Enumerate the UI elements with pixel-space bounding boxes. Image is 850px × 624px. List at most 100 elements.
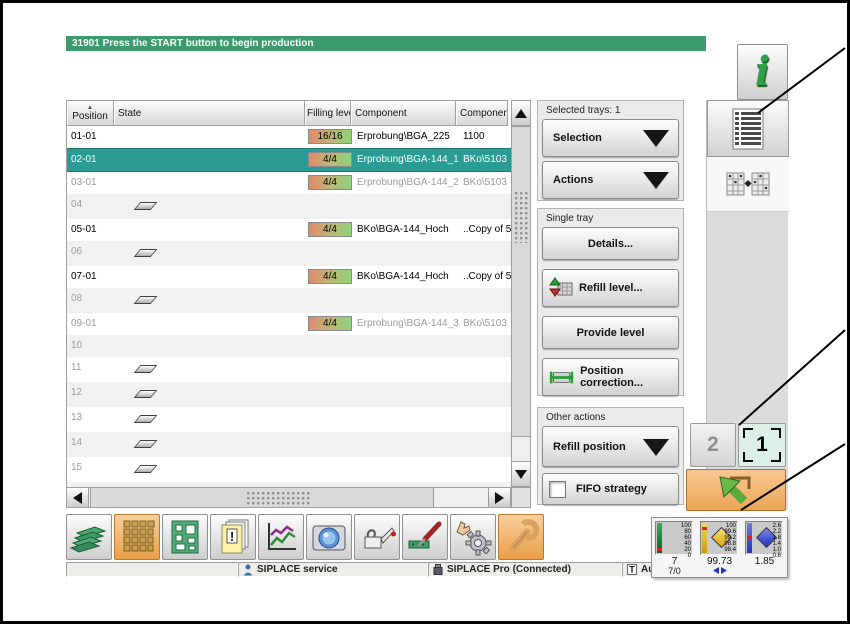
cell-state: [115, 382, 307, 407]
selection-dropdown[interactable]: Selection: [542, 119, 679, 157]
cell-filling-level: [307, 407, 354, 432]
focus-corner: [771, 452, 781, 462]
dropdown-arrow-icon: [643, 130, 669, 147]
cell-component-2: BKo\5103: [463, 154, 507, 165]
tab-list-view[interactable]: [707, 100, 789, 157]
column-header-component-2[interactable]: Component: [455, 100, 508, 126]
table-row[interactable]: 04: [67, 194, 511, 219]
table-row[interactable]: 01-01 16/16 Erprobung\BGA_225 1100: [67, 126, 511, 148]
table-row[interactable]: 10: [67, 335, 511, 357]
toolbar-statistics-button[interactable]: [258, 514, 304, 560]
position-correction-button[interactable]: Position correction...: [542, 358, 679, 396]
position-correction-icon: [549, 371, 574, 383]
toolbar-tray-table-button[interactable]: [114, 514, 160, 560]
empty-tray-icon: [133, 365, 158, 373]
table-row[interactable]: 07-01 4/4 BKo\BGA-144_Hoch ..Copy of 51: [67, 266, 511, 288]
benchmark-icon: [712, 567, 727, 574]
table-row[interactable]: 14: [67, 432, 511, 457]
scroll-right-button[interactable]: [488, 487, 511, 508]
tray-table: ▲ Position State Filling level Component…: [66, 100, 531, 508]
focus-corner: [743, 452, 753, 462]
page-2-button[interactable]: 2: [690, 423, 736, 467]
tray-table-icon: [123, 520, 155, 552]
table-row[interactable]: 09-01 4/4 Erprobung\BGA-144_3 BKo\5103: [67, 313, 511, 335]
scroll-down-button[interactable]: [511, 461, 531, 487]
table-row[interactable]: 05-01 4/4 BKo\BGA-144_Hoch ..Copy of 51: [67, 219, 511, 241]
status-segment-empty: [66, 562, 238, 577]
table-row[interactable]: 06: [67, 241, 511, 266]
mode-icon: T: [627, 564, 637, 575]
table-row[interactable]: 03-01 4/4 Erprobung\BGA-144_2 BKo\5103: [67, 172, 511, 194]
info-button[interactable]: i: [737, 44, 788, 100]
toolbar-pcb-layout-button[interactable]: [162, 514, 208, 560]
horizontal-scroll-thumb[interactable]: [90, 487, 434, 508]
filling-level-badge: 4/4: [308, 175, 352, 190]
cell-component: [354, 241, 460, 266]
cell-filling-level: 4/4: [307, 149, 354, 171]
pcb-layout-icon: [171, 520, 199, 554]
toolbar-lubrication-button[interactable]: [354, 514, 400, 560]
gauge-scale: 2.6 2.2 1.8 1.4 1.0 0.6: [745, 521, 783, 559]
group-label: Selected trays: 1: [546, 105, 621, 116]
vertical-scroll-thumb[interactable]: [511, 126, 531, 437]
status-segment-user: SIPLACE service: [238, 562, 428, 577]
tab-tray-view[interactable]: [707, 157, 789, 212]
cell-state: [115, 241, 307, 266]
toolbar-service-button[interactable]: [498, 514, 544, 560]
toolbar-camera-button[interactable]: [306, 514, 352, 560]
column-header-state[interactable]: State: [113, 100, 305, 126]
table-body: 01-01 16/16 Erprobung\BGA_225 1100 02-01 4/4 E…: [66, 126, 511, 507]
table-header: ▲ Position State Filling level Component…: [66, 100, 511, 126]
right-arrow-icon: [495, 491, 504, 504]
list-view-icon: [732, 108, 764, 149]
gauge-value: 1.85: [754, 556, 775, 567]
details-button[interactable]: Details...: [542, 227, 679, 260]
toolbar-error-log-button[interactable]: !: [210, 514, 256, 560]
app: { "message_bar": { "text": "31901 Press …: [0, 0, 850, 624]
column-header-position[interactable]: ▲ Position: [66, 100, 114, 126]
fifo-strategy-toggle[interactable]: FIFO strategy: [542, 473, 679, 505]
cell-state: [115, 335, 307, 357]
cell-component-2: ..Copy of 51: [463, 224, 511, 235]
toolbar-boards-stack-button[interactable]: [66, 514, 112, 560]
cell-state: [115, 219, 307, 241]
camera-icon: [312, 525, 346, 551]
machine-performance-panel[interactable]: 100 80 60 40 20 0 7 7/0 100 99.6 99.2 98.8 98.4 9…: [651, 517, 788, 578]
cell-component-2: ..Copy of 51: [463, 271, 511, 282]
back-button[interactable]: [686, 469, 786, 511]
message-bar: 31901 Press the START button to begin pr…: [66, 36, 706, 51]
repair-icon: [408, 521, 442, 549]
cell-state: [115, 407, 307, 432]
page-1-button[interactable]: 1: [738, 423, 786, 467]
refill-level-button[interactable]: Refill level...: [542, 269, 679, 307]
scroll-left-button[interactable]: [66, 487, 89, 508]
table-row[interactable]: 15: [67, 457, 511, 482]
scroll-grip: [514, 191, 528, 243]
cell-state: [115, 457, 307, 482]
actions-dropdown[interactable]: Actions: [542, 161, 679, 199]
toolbar-repair-button[interactable]: [402, 514, 448, 560]
cell-component: BKo\BGA-144_Hoch: [357, 224, 449, 235]
empty-tray-icon: [133, 249, 158, 257]
cell-position: 09-01: [71, 318, 97, 329]
table-row[interactable]: 08: [67, 288, 511, 313]
gauge-cycle-time: 2.6 2.2 1.8 1.4 1.0 0.6 1.85: [742, 518, 787, 577]
table-row[interactable]: 12: [67, 382, 511, 407]
refill-position-dropdown[interactable]: Refill position: [542, 426, 679, 467]
cell-component: Erprobung\BGA-144_2: [357, 177, 459, 188]
table-row[interactable]: 02-01 4/4 Erprobung\BGA-144_1 BKo\5103: [67, 148, 511, 172]
cell-state: [115, 432, 307, 457]
provide-level-button[interactable]: Provide level: [542, 316, 679, 349]
cell-state: [115, 172, 307, 194]
column-header-component[interactable]: Component: [350, 100, 456, 126]
filling-level-badge: 4/4: [308, 152, 352, 167]
scroll-up-button[interactable]: [511, 100, 531, 126]
table-row[interactable]: 13: [67, 407, 511, 432]
fifo-checkbox[interactable]: [549, 480, 566, 498]
filling-level-badge: 16/16: [308, 129, 352, 144]
cell-component: [354, 432, 460, 457]
toolbar-manual-operation-button[interactable]: [450, 514, 496, 560]
column-header-filling-level[interactable]: Filling level: [304, 100, 351, 126]
group-label: Single tray: [546, 213, 594, 224]
table-row[interactable]: 11: [67, 357, 511, 382]
